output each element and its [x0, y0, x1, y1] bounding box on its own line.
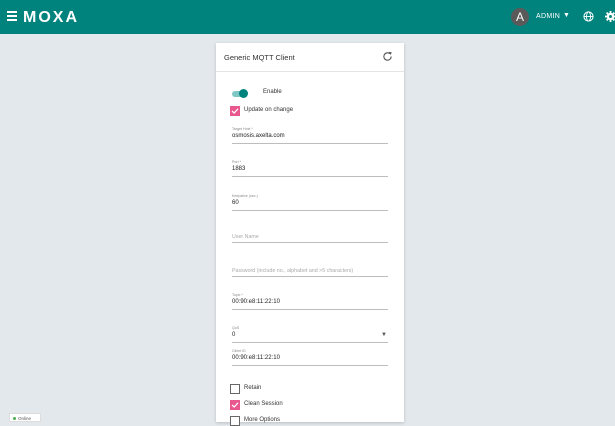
port-field[interactable]: Port * 1883 — [232, 160, 388, 177]
card-title: Generic MQTT Client — [224, 53, 295, 62]
client-id-label: Client ID — [232, 349, 246, 353]
more-options-label: More Options — [244, 417, 281, 423]
online-dot-icon — [13, 416, 16, 420]
globe-icon[interactable] — [583, 11, 594, 22]
user-menu-label[interactable]: ADMIN — [536, 13, 560, 20]
client-id-field[interactable]: Client ID 00:90:e8:11:22:10 — [232, 349, 388, 366]
user-menu-caret[interactable]: ▼ — [563, 12, 570, 19]
port-input[interactable]: 1883 — [232, 166, 245, 172]
enable-label: Enable — [263, 89, 282, 95]
hamburger-menu-icon[interactable] — [7, 11, 17, 23]
chevron-down-icon[interactable]: ▼ — [381, 332, 387, 338]
top-bar: MOXA A ADMIN ▼ — [0, 0, 615, 34]
status-text: Online — [18, 415, 32, 421]
username-input[interactable]: User Name — [232, 234, 259, 240]
mqtt-client-card: Generic MQTT Client Enable Update on cha… — [216, 43, 404, 426]
password-input[interactable]: Password (include no., alphabet and >5 c… — [232, 268, 353, 274]
target-host-label: Target Host * — [232, 127, 253, 131]
qos-label: QoS — [232, 326, 240, 330]
username-field[interactable]: User Name — [232, 234, 388, 243]
enable-toggle[interactable] — [232, 89, 248, 98]
port-label: Port * — [232, 160, 241, 164]
status-badge: Online — [9, 413, 41, 422]
qos-value[interactable]: 0 — [232, 332, 235, 338]
target-host-input[interactable]: osmosis.axelta.com — [232, 133, 285, 139]
topic-label: Topic * — [232, 293, 243, 297]
topic-field[interactable]: Topic * 00:90:e8:11:22:10 — [232, 293, 388, 310]
keepalive-field[interactable]: Keepalive (sec.) 60 — [232, 194, 388, 211]
more-options-checkbox[interactable] — [230, 416, 240, 426]
retain-checkbox[interactable] — [230, 384, 240, 394]
keepalive-label: Keepalive (sec.) — [232, 194, 258, 198]
update-on-change-label: Update on change — [244, 107, 294, 113]
password-field[interactable]: Password (include no., alphabet and >5 c… — [232, 268, 388, 277]
update-on-change-checkbox[interactable] — [230, 106, 240, 116]
target-host-field[interactable]: Target Host * osmosis.axelta.com — [232, 127, 388, 144]
user-avatar[interactable]: A — [511, 8, 529, 26]
keepalive-input[interactable]: 60 — [232, 200, 239, 206]
refresh-icon[interactable] — [382, 51, 393, 62]
clean-session-label: Clean Session — [244, 401, 283, 407]
clean-session-checkbox[interactable] — [230, 400, 240, 410]
client-id-input[interactable]: 00:90:e8:11:22:10 — [232, 355, 280, 361]
qos-select[interactable]: QoS 0 ▼ — [232, 326, 388, 343]
card-header: Generic MQTT Client — [216, 43, 404, 72]
topic-input[interactable]: 00:90:e8:11:22:10 — [232, 299, 280, 305]
gear-icon[interactable] — [605, 11, 615, 22]
moxa-logo: MOXA — [23, 9, 79, 26]
retain-label: Retain — [244, 385, 262, 391]
